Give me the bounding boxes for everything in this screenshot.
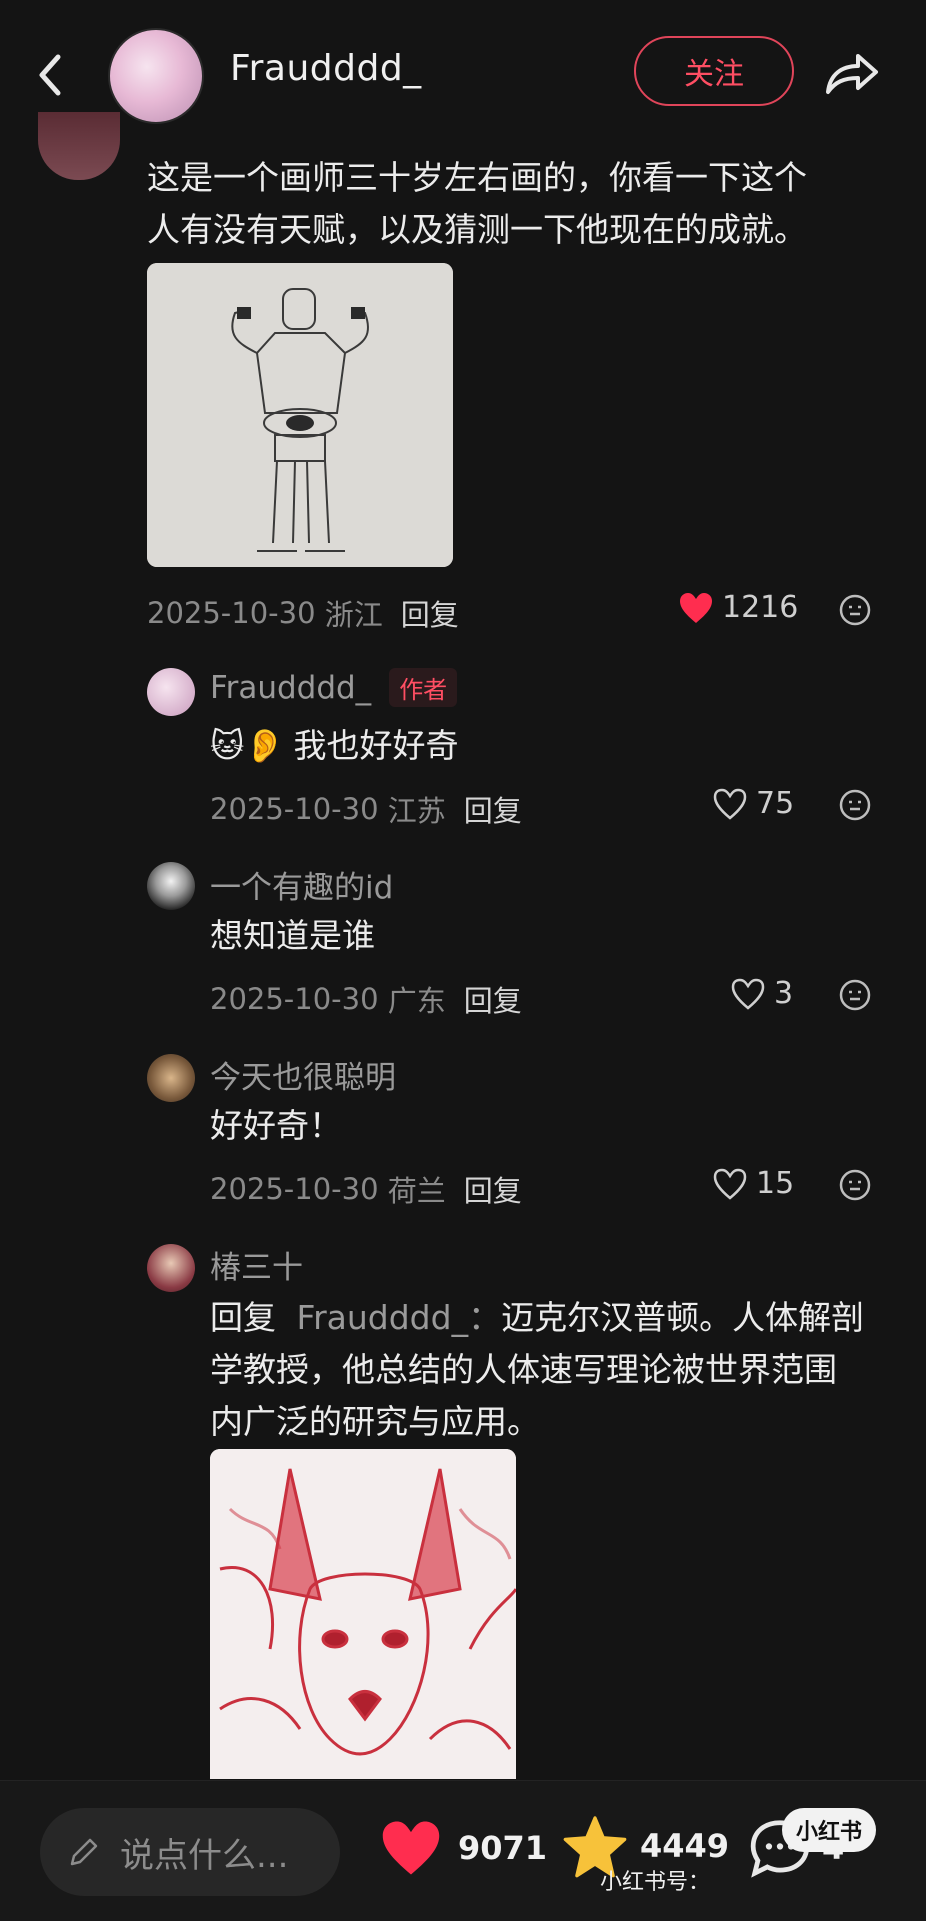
comment-text-line: 这是一个画师三十岁左右画的，你看一下这个	[147, 158, 807, 197]
reply-text-line: 内广泛的研究与应用。	[210, 1402, 540, 1441]
reply-button[interactable]: 回复	[401, 592, 459, 634]
like-button[interactable]: 15	[712, 1166, 794, 1201]
author-avatar[interactable]	[108, 28, 204, 124]
comment-meta: 2025-10-30 浙江 回复	[147, 592, 459, 634]
reply-meta: 2025-10-30 江苏 回复	[210, 788, 522, 830]
like-button[interactable]: 1216	[678, 590, 798, 625]
like-count: 1216	[722, 590, 799, 625]
comment-input[interactable]: 说点什么...	[40, 1808, 340, 1896]
reply-location: 江苏	[387, 794, 446, 828]
reply-text-content: 好好奇！	[210, 1106, 342, 1145]
reply-text-content: 想知道是谁	[210, 916, 375, 955]
comment-text-line: 人有没有天赋，以及猜测一下他现在的成就。	[147, 210, 807, 249]
commenter-avatar[interactable]	[38, 112, 120, 180]
reply-meta: 2025-10-30 荷兰 回复	[210, 1168, 522, 1210]
reply-avatar[interactable]	[147, 1244, 195, 1292]
reply-button[interactable]: 回复	[464, 978, 522, 1020]
reply-text: 🐱👂 我也好好奇	[210, 720, 459, 772]
post-collect-count: 4449	[640, 1827, 730, 1865]
reply-text-line: 回复 Fraudddd_：迈克尔汉普顿。人体解剖	[210, 1292, 864, 1344]
reply-avatar[interactable]	[147, 862, 195, 910]
reply-username[interactable]: Fraudddd_	[210, 670, 371, 706]
reply-meta: 2025-10-30 广东 回复	[210, 978, 522, 1020]
reply-prefix: 回复	[210, 1298, 276, 1337]
reply-image-sketch[interactable]	[210, 1449, 516, 1779]
post-like-button[interactable]: 9071	[378, 1818, 547, 1878]
reply-header: Fraudddd_ 作者	[210, 668, 458, 707]
like-count: 75	[756, 786, 795, 821]
author-username[interactable]: Fraudddd_	[230, 48, 422, 89]
xiaohongshu-watermark-id: 小红书号：	[600, 1870, 711, 1895]
reply-text-line: 学教授，他总结的人体速写理论被世界范围	[210, 1350, 837, 1389]
like-button[interactable]: 75	[712, 786, 794, 821]
comment-text: 这是一个画师三十岁左右画的，你看一下这个 人有没有天赋，以及猜测一下他现在的成就…	[147, 152, 807, 256]
share-button[interactable]	[822, 48, 882, 98]
follow-button[interactable]: 关注	[634, 36, 794, 106]
back-button[interactable]	[30, 45, 70, 105]
reply-date: 2025-10-30	[210, 982, 379, 1016]
like-button[interactable]: 3	[730, 976, 793, 1011]
heart-outline-icon	[713, 1168, 747, 1200]
author-badge: 作者	[389, 668, 458, 707]
reply-text: 回复 Fraudddd_：迈克尔汉普顿。人体解剖 学教授，他总结的人体速写理论被…	[210, 1292, 864, 1448]
emoji-reaction-icon[interactable]	[838, 978, 872, 1012]
share-icon	[826, 54, 878, 94]
dog-sketch-image	[210, 1449, 516, 1779]
emoji-reaction-icon[interactable]	[838, 593, 872, 627]
heart-filled-icon	[382, 1821, 440, 1875]
reply-emoji: 🐱👂	[210, 726, 286, 765]
reply-location: 广东	[387, 984, 446, 1018]
reply-location: 荷兰	[387, 1174, 446, 1208]
reply-button[interactable]: 回复	[464, 1168, 522, 1210]
xiaohongshu-watermark-badge: 小红书	[782, 1808, 876, 1852]
chevron-left-icon	[39, 54, 61, 96]
comment-location: 浙江	[324, 598, 383, 632]
heart-outline-icon	[713, 788, 747, 820]
emoji-reaction-icon[interactable]	[838, 1168, 872, 1202]
reply-to-username[interactable]: Fraudddd_：	[297, 1298, 502, 1337]
comment-input-placeholder: 说点什么...	[120, 1835, 289, 1876]
reply-username[interactable]: 椿三十	[210, 1242, 303, 1287]
reply-username[interactable]: 今天也很聪明	[210, 1052, 396, 1097]
comment-image-sketch[interactable]	[147, 263, 453, 567]
pencil-icon	[70, 1838, 98, 1866]
reply-button[interactable]: 回复	[464, 788, 522, 830]
muscleman-sketch-image	[147, 263, 453, 567]
reply-date: 2025-10-30	[210, 792, 379, 826]
post-like-count: 9071	[458, 1829, 548, 1867]
heart-outline-icon	[731, 978, 765, 1010]
heart-filled-icon	[680, 592, 712, 623]
reply-username[interactable]: 一个有趣的id	[210, 862, 393, 907]
like-count: 3	[774, 976, 794, 1011]
reply-date: 2025-10-30	[210, 1172, 379, 1206]
reply-text-content: 我也好好奇	[293, 726, 459, 765]
reply-text-content: 迈克尔汉普顿。人体解剖	[501, 1298, 865, 1337]
emoji-reaction-icon[interactable]	[838, 788, 872, 822]
like-count: 15	[756, 1166, 795, 1201]
comment-date: 2025-10-30	[147, 596, 316, 630]
reply-avatar[interactable]	[147, 668, 195, 716]
reply-avatar[interactable]	[147, 1054, 195, 1102]
